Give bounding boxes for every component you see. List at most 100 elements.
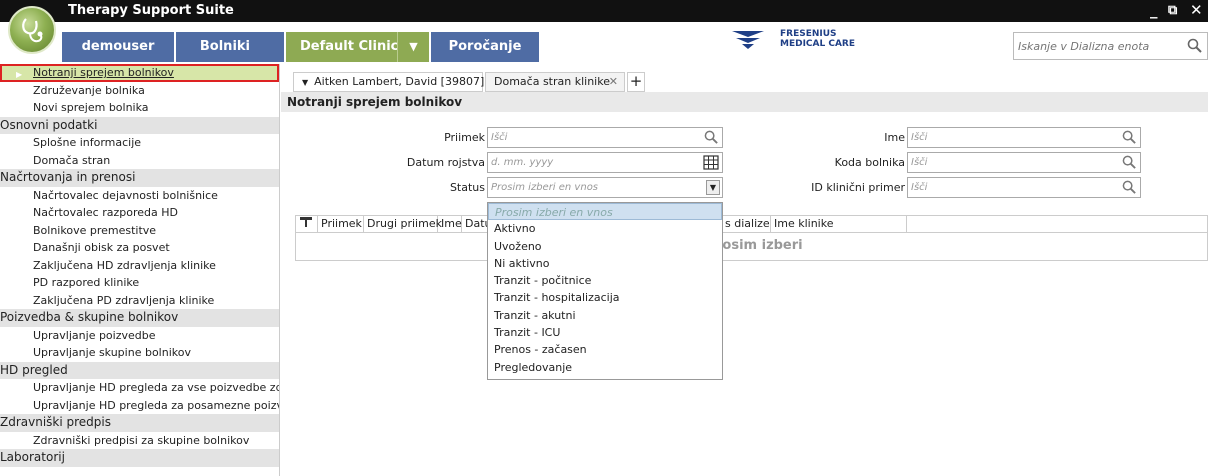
sidebar-item-label: Zaključena HD zdravljenja klinike (33, 258, 216, 272)
status-option[interactable]: Ni aktivno (488, 255, 722, 272)
sidebar-item-label: Načrtovalec razporeda HD (33, 206, 178, 219)
col-second-surname[interactable]: Drugi priimek (364, 216, 442, 232)
sidebar-section-header[interactable]: HD pregled (0, 361, 279, 379)
chevron-down-icon[interactable]: ▼ (706, 180, 720, 195)
search-icon[interactable] (1122, 130, 1137, 145)
status-option[interactable]: Aktivno (488, 220, 722, 237)
sidebar-item[interactable]: Načrtovalec razporeda HD (0, 204, 279, 222)
status-option[interactable]: Pregledovanje (488, 359, 722, 376)
status-option[interactable]: Tranzit - počitnice (488, 272, 722, 289)
sidebar-item[interactable]: Upravljanje poizvedbe (0, 327, 279, 345)
sidebar-item-label: Načrtovanja in prenosi (0, 170, 136, 184)
status-option[interactable]: Prenos - začasen (488, 341, 722, 358)
status-option[interactable]: Prosim izberi en vnos (488, 203, 722, 221)
search-icon[interactable] (1122, 155, 1137, 170)
sidebar-section-header[interactable]: Laboratorij (0, 449, 279, 467)
col-surname[interactable]: Priimek (318, 216, 364, 232)
sidebar-item-label: Zaključena PD zdravljenja klinike (33, 293, 215, 307)
sidebar-item[interactable]: Bolnikove premestitve (0, 222, 279, 240)
surname-field[interactable]: Išči (487, 127, 723, 148)
tab-clinic-label: Domača stran klinike (494, 75, 610, 88)
status-option[interactable]: Uvoženo (488, 238, 722, 255)
search-icon[interactable] (1187, 38, 1203, 54)
results-grid: Priimek Drugi priimek Ime Datum s dializ… (295, 215, 1208, 261)
empty-message: rosim izberi (716, 238, 803, 253)
sidebar-item-label: Notranji sprejem bolnikov (33, 66, 174, 79)
user-menu-button[interactable]: demouser (62, 32, 174, 62)
clinic-selector[interactable]: Default Clinic ▼ (286, 32, 429, 62)
sidebar-item-label: Bolnikove premestitve (33, 223, 157, 237)
sidebar-section-header[interactable]: Poizvedba & skupine bolnikov (0, 309, 279, 327)
tab-patient[interactable]: ▼ Aitken Lambert, David [39807] (293, 72, 484, 92)
status-select[interactable]: Prosim izberi en vnos ▼ (487, 177, 723, 198)
clinic-label: Default Clinic (300, 39, 399, 54)
brand-line1: FRESENIUS (780, 29, 837, 39)
status-placeholder: Prosim izberi en vnos (491, 182, 599, 193)
sidebar-item[interactable]: Domača stran (0, 152, 279, 170)
reports-menu-button[interactable]: Poročanje (431, 32, 539, 62)
clinical-id-field[interactable]: Išči (907, 177, 1141, 198)
sidebar-item-label: Upravljanje skupine bolnikov (33, 346, 191, 359)
calendar-icon[interactable] (703, 155, 719, 170)
sidebar-item-label: Splošne informacije (33, 136, 142, 149)
sidebar-item[interactable]: Upravljanje HD pregleda za vse poizvedbe… (0, 379, 279, 397)
sidebar-item-label: Združevanje bolnika (33, 83, 145, 97)
grid-header: Priimek Drugi priimek Ime Datum s dializ… (296, 216, 1207, 233)
sidebar-item[interactable]: Današnji obisk za posvet (0, 239, 279, 257)
status-option[interactable]: Tranzit - hospitalizacija (488, 289, 722, 306)
sidebar-item[interactable]: Zdravniški predpisi za skupine bolnikov (0, 432, 279, 450)
sidebar-item[interactable]: Načrtovalec dejavnosti bolnišnice (0, 187, 279, 205)
add-tab-button[interactable]: + (627, 72, 645, 92)
search-input[interactable] (1014, 33, 1174, 59)
chevron-down-icon[interactable]: ▼ (397, 32, 429, 62)
name-field[interactable]: Išči (907, 127, 1141, 148)
filter-icon[interactable] (296, 216, 318, 232)
page-title: Notranji sprejem bolnikov (281, 92, 1208, 112)
sidebar-item-label: Današnji obisk za posvet (33, 241, 170, 254)
sidebar-item[interactable]: Upravljanje skupine bolnikov (0, 344, 279, 362)
tab-clinic-home[interactable]: Domača stran klinike ✕ (485, 72, 625, 92)
dob-field[interactable]: d. mm. yyyy (487, 152, 723, 173)
search-icon[interactable] (704, 130, 719, 145)
sidebar-item-label: Načrtovalec dejavnosti bolnišnice (33, 188, 218, 202)
sidebar-item-label: PD razpored klinike (33, 276, 140, 289)
title-bar: Therapy Support Suite _ ⧉ ✕ (0, 0, 1208, 22)
main-panel: ▼ Aitken Lambert, David [39807] Domača st… (281, 64, 1208, 476)
main-nav: demouser Bolniki Default Clinic ▼ Poroča… (0, 22, 1208, 64)
close-tab-icon[interactable]: ✕ (609, 73, 618, 91)
search-icon[interactable] (1122, 180, 1137, 195)
col-clinic-name[interactable]: Ime klinike (771, 216, 907, 232)
sidebar-item[interactable]: ▶ Notranji sprejem bolnikov (0, 64, 279, 82)
patient-code-field[interactable]: Išči (907, 152, 1141, 173)
sidebar-item[interactable]: Zaključena HD zdravljenja klinike (0, 257, 279, 275)
sidebar-item-label: Zdravniški predpisi za skupine bolnikov (33, 433, 250, 447)
status-option[interactable]: Tranzit - ICU (488, 324, 722, 341)
patient-code-label: Koda bolnika (834, 156, 905, 169)
col-dialysis[interactable]: s dialize (722, 216, 771, 232)
stethoscope-logo-icon[interactable] (8, 6, 56, 54)
sidebar-item[interactable]: Novi sprejem bolnika (0, 99, 279, 117)
sidebar-item[interactable]: Splošne informacije (0, 134, 279, 152)
fresenius-mark-icon (732, 31, 764, 49)
sidebar-item[interactable]: Upravljanje HD pregleda za posamezne poi… (0, 397, 279, 415)
col-name[interactable]: Ime (438, 216, 462, 232)
minimize-button[interactable]: _ (1150, 1, 1158, 19)
sidebar-item-label: Novi sprejem bolnika (33, 101, 149, 114)
sidebar-section-header[interactable]: Načrtovanja in prenosi (0, 169, 279, 187)
sidebar-item[interactable]: Zaključena PD zdravljenja klinike (0, 292, 279, 310)
sidebar-section-header[interactable]: Zdravniški predpis (0, 414, 279, 432)
sidebar-item[interactable]: Združevanje bolnika (0, 82, 279, 100)
status-dropdown-list: Prosim izberi en vnos Aktivno Uvoženo Ni ak… (487, 202, 723, 380)
status-option[interactable]: Tranzit - akutni (488, 307, 722, 324)
close-button[interactable]: ✕ (1190, 1, 1203, 19)
sidebar-item-label: Poizvedba & skupine bolnikov (0, 310, 179, 324)
sidebar-item-label: Domača stran (33, 153, 111, 167)
status-label: Status (449, 181, 485, 194)
restore-button[interactable]: ⧉ (1168, 3, 1177, 18)
sidebar-item-label: Laboratorij (0, 450, 65, 464)
sidebar: ▶ Notranji sprejem bolnikov Združevanje bo… (0, 64, 280, 476)
sidebar-section-header[interactable]: Osnovni podatki (0, 116, 279, 134)
patients-menu-button[interactable]: Bolniki (176, 32, 284, 62)
sidebar-item[interactable]: PD razpored klinike (0, 274, 279, 292)
sidebar-item-label: Zdravniški predpis (0, 415, 112, 429)
